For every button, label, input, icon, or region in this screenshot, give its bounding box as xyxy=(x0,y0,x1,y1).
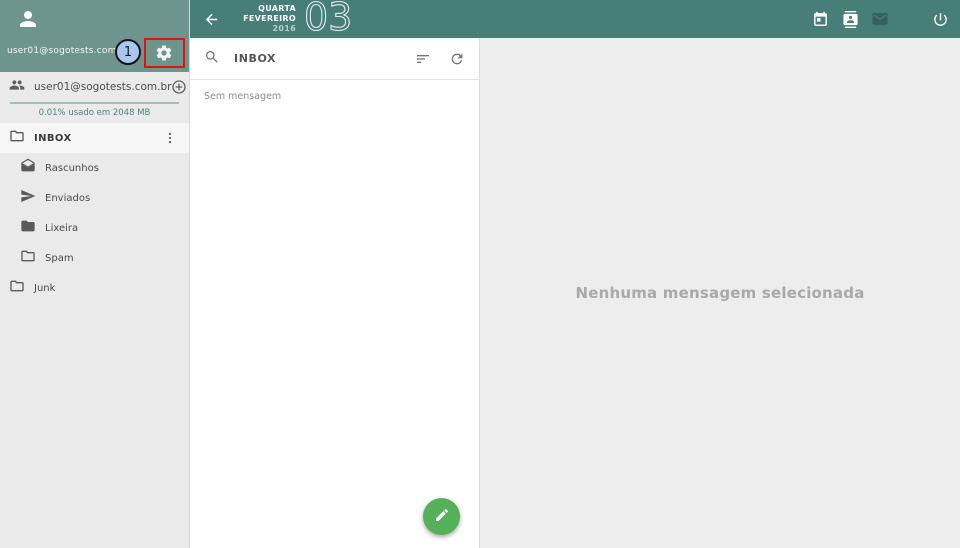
folder-row-enviados[interactable]: Enviados xyxy=(0,183,189,213)
refresh-icon[interactable] xyxy=(449,51,465,67)
message-viewer-panel: Nenhuma mensagem selecionada xyxy=(480,38,960,548)
message-list-toolbar: INBOX xyxy=(190,38,479,80)
send-icon xyxy=(20,188,36,208)
no-message-selected-text: Nenhuma mensagem selecionada xyxy=(575,284,864,302)
header-user-email: user01@sogotests.com.br xyxy=(7,46,129,56)
date-day: 03 xyxy=(303,0,357,40)
power-logout-icon[interactable] xyxy=(930,9,950,29)
sogo-webmail-window: user01@sogotests.com.br user01@sogotests… xyxy=(0,0,960,548)
pencil-icon xyxy=(434,507,450,527)
folder-row-spam[interactable]: Spam xyxy=(0,243,189,273)
folder-label: Lixeira xyxy=(45,223,78,234)
search-icon[interactable] xyxy=(204,49,220,69)
top-header: QUARTA FEVEREIRO 2016 03 xyxy=(190,0,960,38)
contacts-module-icon[interactable] xyxy=(840,9,860,29)
annotation-highlight-box xyxy=(144,38,185,68)
folder-filled-icon xyxy=(20,218,36,238)
folder-label: Junk xyxy=(34,283,55,294)
date-weekday: QUARTA xyxy=(234,4,296,14)
annotation-step-circle: 1 xyxy=(115,39,141,65)
folder-label: Rascunhos xyxy=(45,163,99,174)
folder-outline-icon xyxy=(9,278,25,298)
folder-label: Spam xyxy=(45,253,74,264)
mail-module-icon[interactable] xyxy=(870,9,890,29)
folder-outline-icon xyxy=(9,128,25,148)
quota-text: 0.01% usado em 2048 MB xyxy=(0,104,189,123)
folder-list: INBOX Rascunhos Enviados xyxy=(0,123,189,303)
folder-outline-icon xyxy=(20,248,36,268)
date-month: FEVEREIRO xyxy=(234,14,296,24)
header-module-icons xyxy=(800,9,960,29)
more-vert-icon[interactable] xyxy=(163,131,177,145)
folder-row-inbox[interactable]: INBOX xyxy=(0,123,189,153)
sort-icon[interactable] xyxy=(415,51,431,67)
folder-row-lixeira[interactable]: Lixeira xyxy=(0,213,189,243)
svg-text:03: 03 xyxy=(304,0,352,36)
back-arrow-icon[interactable] xyxy=(199,7,224,32)
person-avatar-icon xyxy=(16,7,40,35)
drafts-icon xyxy=(20,158,36,178)
calendar-module-icon[interactable] xyxy=(810,9,830,29)
account-row[interactable]: user01@sogotests.com.br xyxy=(0,72,189,102)
add-circle-icon[interactable] xyxy=(171,79,187,95)
folder-row-junk[interactable]: Junk xyxy=(0,273,189,303)
compose-fab-button[interactable] xyxy=(423,498,460,535)
date-year: 2016 xyxy=(234,24,296,34)
folder-label: Enviados xyxy=(45,193,90,204)
folder-label: INBOX xyxy=(34,133,72,144)
empty-list-text: Sem mensagem xyxy=(190,80,479,113)
search-folder-label[interactable]: INBOX xyxy=(234,52,276,65)
date-block: QUARTA FEVEREIRO 2016 xyxy=(234,4,296,34)
folder-row-rascunhos[interactable]: Rascunhos xyxy=(0,153,189,183)
mail-sidebar: user01@sogotests.com.br user01@sogotests… xyxy=(0,0,190,548)
account-email: user01@sogotests.com.br xyxy=(34,81,171,93)
message-list-panel: INBOX Sem mensagem xyxy=(190,38,480,548)
annotation-step-number: 1 xyxy=(124,45,132,60)
group-icon xyxy=(9,77,25,97)
